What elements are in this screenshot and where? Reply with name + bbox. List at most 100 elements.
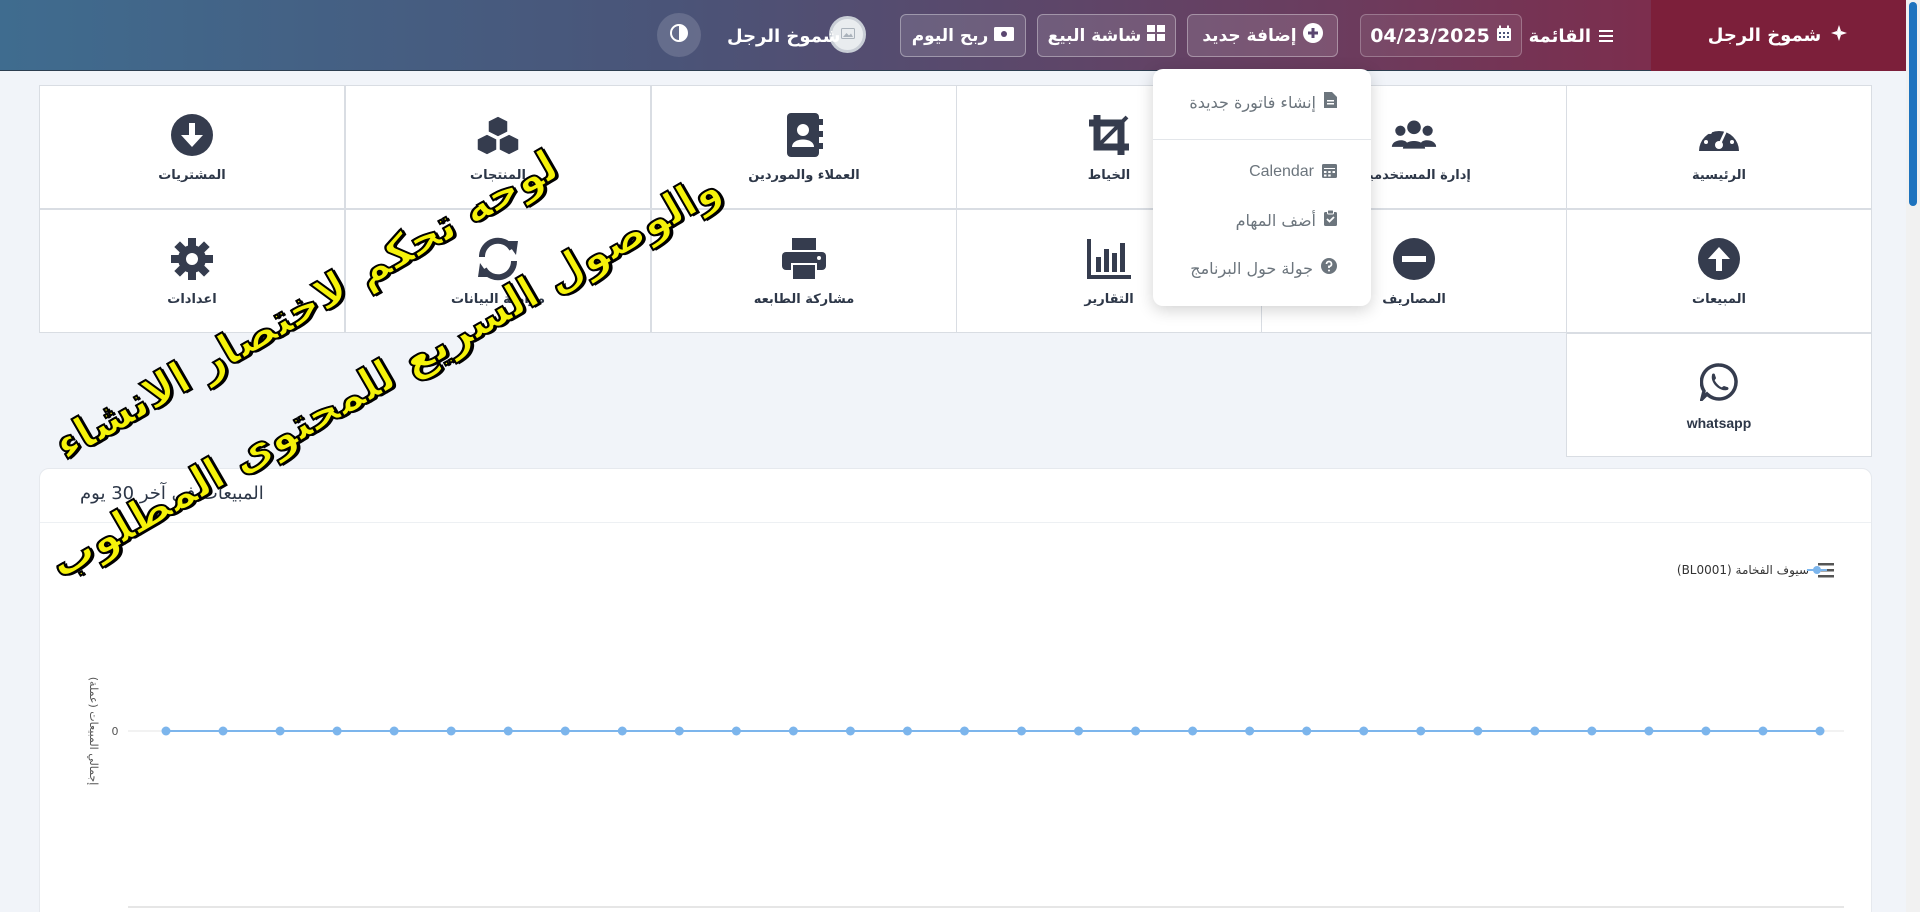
data-point bbox=[1245, 726, 1255, 736]
data-point bbox=[1074, 726, 1084, 736]
contrast-icon bbox=[670, 24, 688, 46]
data-point bbox=[1416, 726, 1426, 736]
dropdown-item-calendar[interactable]: Calendar bbox=[1249, 159, 1337, 185]
top-navbar: شموخ الرجل القائمة 04/23/2025 إضافة جديد bbox=[0, 0, 1906, 71]
clipboard-check-icon bbox=[1324, 209, 1337, 230]
calendar-icon bbox=[1496, 25, 1512, 47]
add-new-label: إضافة جديد bbox=[1202, 25, 1297, 46]
data-point bbox=[788, 726, 798, 736]
users-icon bbox=[1391, 112, 1437, 158]
chart-bar-icon bbox=[1086, 236, 1132, 282]
tile-expenses-label: المصاريف bbox=[1382, 291, 1446, 307]
scrollbar-thumb[interactable] bbox=[1909, 2, 1917, 206]
address-book-icon bbox=[781, 112, 827, 158]
data-point bbox=[332, 726, 342, 736]
dropdown-item-tour[interactable]: جولة حول البرنامج bbox=[1190, 255, 1337, 281]
tile-home[interactable]: الرئيسية bbox=[1566, 85, 1872, 209]
menu-toggle[interactable]: القائمة bbox=[1529, 22, 1613, 50]
cubes-icon bbox=[475, 112, 521, 158]
data-point bbox=[1473, 726, 1483, 736]
bars-icon bbox=[1599, 26, 1613, 47]
dropdown-item-label: أضف المهام bbox=[1235, 210, 1316, 230]
tile-home-label: الرئيسية bbox=[1691, 167, 1747, 183]
data-point bbox=[1644, 726, 1654, 736]
y-axis-title: إجمالي المبيعات (عملة) bbox=[87, 677, 100, 786]
tile-sync[interactable]: مزامنة البيانات bbox=[345, 209, 651, 333]
legend-series-name: سيوف الفخامة (BL0001) bbox=[1676, 563, 1809, 577]
tile-settings-label: اعدادات bbox=[167, 291, 217, 307]
brand-name: شموخ الرجل bbox=[1707, 25, 1822, 46]
grid-icon bbox=[1147, 25, 1166, 46]
page-scrollbar[interactable] bbox=[1906, 0, 1920, 912]
data-point bbox=[218, 726, 228, 736]
add-new-dropdown: إنشاء فاتورة جديدة Calendar أضف المهام ج… bbox=[1153, 69, 1371, 306]
data-point bbox=[1302, 726, 1312, 736]
sales-chart-card: المبيعات في آخر 30 يوم 0 إجمالي المبيعات … bbox=[39, 468, 1872, 912]
question-circle-icon bbox=[1321, 258, 1337, 278]
tile-sync-label: مزامنة البيانات bbox=[450, 291, 545, 307]
data-point bbox=[1530, 726, 1540, 736]
dropdown-item-new-invoice[interactable]: إنشاء فاتورة جديدة bbox=[1189, 89, 1337, 115]
menu-label: القائمة bbox=[1528, 25, 1591, 47]
tile-printer[interactable]: مشاركة الطابعه bbox=[651, 209, 957, 333]
theme-toggle-button[interactable] bbox=[657, 13, 701, 57]
tile-contacts-label: العملاء والموردين bbox=[748, 167, 860, 183]
add-new-button[interactable]: إضافة جديد bbox=[1187, 14, 1338, 57]
crop-icon bbox=[1086, 112, 1132, 158]
data-point bbox=[617, 726, 627, 736]
chart-legend[interactable]: سيوف الفخامة (BL0001) bbox=[1677, 563, 1827, 577]
tile-sales[interactable]: المبيعات bbox=[1566, 209, 1872, 333]
pos-screen-button[interactable]: شاشة البيع bbox=[1037, 14, 1176, 57]
sales-line-chart: 0 إجمالي المبيعات (عملة) bbox=[87, 563, 1844, 908]
data-point bbox=[731, 726, 741, 736]
dropdown-item-label: جولة حول البرنامج bbox=[1190, 258, 1313, 278]
data-point bbox=[674, 726, 684, 736]
today-profit-button[interactable]: ربح اليوم bbox=[900, 14, 1026, 57]
data-point bbox=[503, 726, 513, 736]
dropdown-item-label: إنشاء فاتورة جديدة bbox=[1189, 92, 1316, 112]
arrow-circle-up-icon bbox=[1696, 236, 1742, 282]
quick-access-tiles: الرئيسية إدارة المستخدمين الخياط العملاء… bbox=[39, 85, 1872, 457]
data-point bbox=[902, 726, 912, 736]
gear-icon bbox=[169, 236, 215, 282]
minus-circle-icon bbox=[1391, 236, 1437, 282]
brand[interactable]: شموخ الرجل bbox=[1651, 0, 1906, 71]
brand-icon bbox=[1829, 23, 1849, 48]
tile-settings[interactable]: اعدادات bbox=[39, 209, 345, 333]
tile-tailor-label: الخياط bbox=[1087, 167, 1131, 183]
data-point bbox=[1815, 726, 1825, 736]
tile-contacts[interactable]: العملاء والموردين bbox=[651, 85, 957, 209]
image-icon bbox=[840, 27, 855, 42]
data-point bbox=[1131, 726, 1141, 736]
data-point bbox=[959, 726, 969, 736]
tile-purchases-label: المشتريات bbox=[158, 167, 226, 183]
tile-whatsapp[interactable]: whatsapp bbox=[1566, 333, 1872, 457]
data-point bbox=[389, 726, 399, 736]
file-icon bbox=[1324, 92, 1337, 112]
calendar-icon bbox=[1322, 162, 1337, 182]
data-point bbox=[1701, 726, 1711, 736]
dropdown-divider bbox=[1153, 139, 1371, 140]
gauge-icon bbox=[1696, 112, 1742, 158]
sync-icon bbox=[475, 236, 521, 282]
money-bill-icon bbox=[994, 26, 1015, 46]
data-point bbox=[446, 726, 456, 736]
whatsapp-icon bbox=[1696, 359, 1742, 405]
tile-products[interactable]: المنتجات bbox=[345, 85, 651, 209]
user-name[interactable]: شموخ الرجل bbox=[727, 22, 840, 50]
tile-products-label: المنتجات bbox=[470, 167, 526, 183]
profit-label: ربح اليوم bbox=[911, 25, 989, 46]
data-point bbox=[1359, 726, 1369, 736]
pos-label: شاشة البيع bbox=[1047, 25, 1142, 46]
tile-sales-label: المبيعات bbox=[1692, 291, 1746, 307]
page: شموخ الرجل القائمة 04/23/2025 إضافة جديد bbox=[0, 0, 1920, 912]
data-point bbox=[1587, 726, 1597, 736]
tile-purchases[interactable]: المشتريات bbox=[39, 85, 345, 209]
data-point bbox=[845, 726, 855, 736]
print-icon bbox=[781, 236, 827, 282]
date-picker-button[interactable]: 04/23/2025 bbox=[1360, 14, 1522, 57]
dropdown-item-add-task[interactable]: أضف المهام bbox=[1236, 207, 1337, 233]
tile-reports-label: التقارير bbox=[1084, 291, 1134, 307]
dropdown-item-label: Calendar bbox=[1249, 163, 1314, 180]
arrow-circle-down-icon bbox=[169, 112, 215, 158]
